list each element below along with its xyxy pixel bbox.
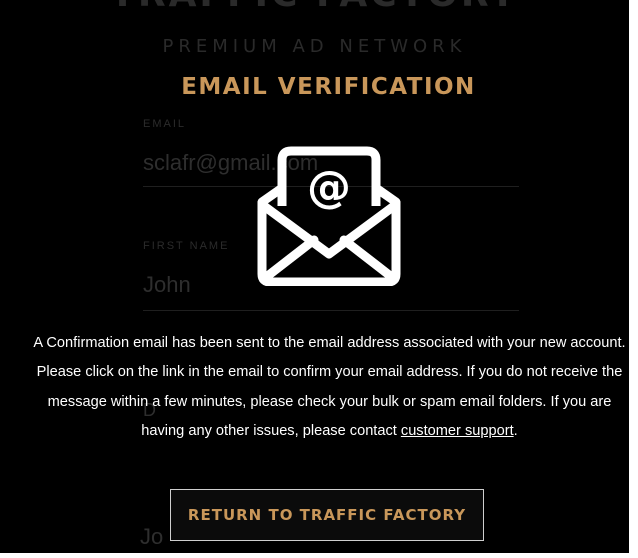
svg-text:@: @ <box>307 162 351 213</box>
confirmation-message-text: A Confirmation email has been sent to th… <box>33 335 626 440</box>
confirmation-message-end: . <box>513 423 518 440</box>
customer-support-link[interactable]: customer support <box>401 423 514 439</box>
envelope-at-icon: @ <box>257 146 401 286</box>
email-verification-heading: EMAIL VERIFICATION <box>181 74 476 100</box>
background-firstname-underline <box>143 310 519 311</box>
confirmation-message: A Confirmation email has been sent to th… <box>30 329 629 447</box>
return-to-traffic-factory-button[interactable]: RETURN TO TRAFFIC FACTORY <box>170 489 484 541</box>
background-firstname-label: FIRST NAME <box>143 240 230 252</box>
background-firstname-value: John <box>143 272 191 297</box>
background-field-value: Jo <box>140 524 164 549</box>
verification-screen: TRAFFIC FACTORY PREMIUM AD NETWORK EMAIL… <box>0 0 629 553</box>
bottom-margin <box>0 553 638 558</box>
background-brand-title: TRAFFIC FACTORY <box>0 0 629 15</box>
right-margin <box>629 0 638 558</box>
background-email-label: EMAIL <box>143 118 187 130</box>
background-brand-subtitle: PREMIUM AD NETWORK <box>162 36 467 57</box>
